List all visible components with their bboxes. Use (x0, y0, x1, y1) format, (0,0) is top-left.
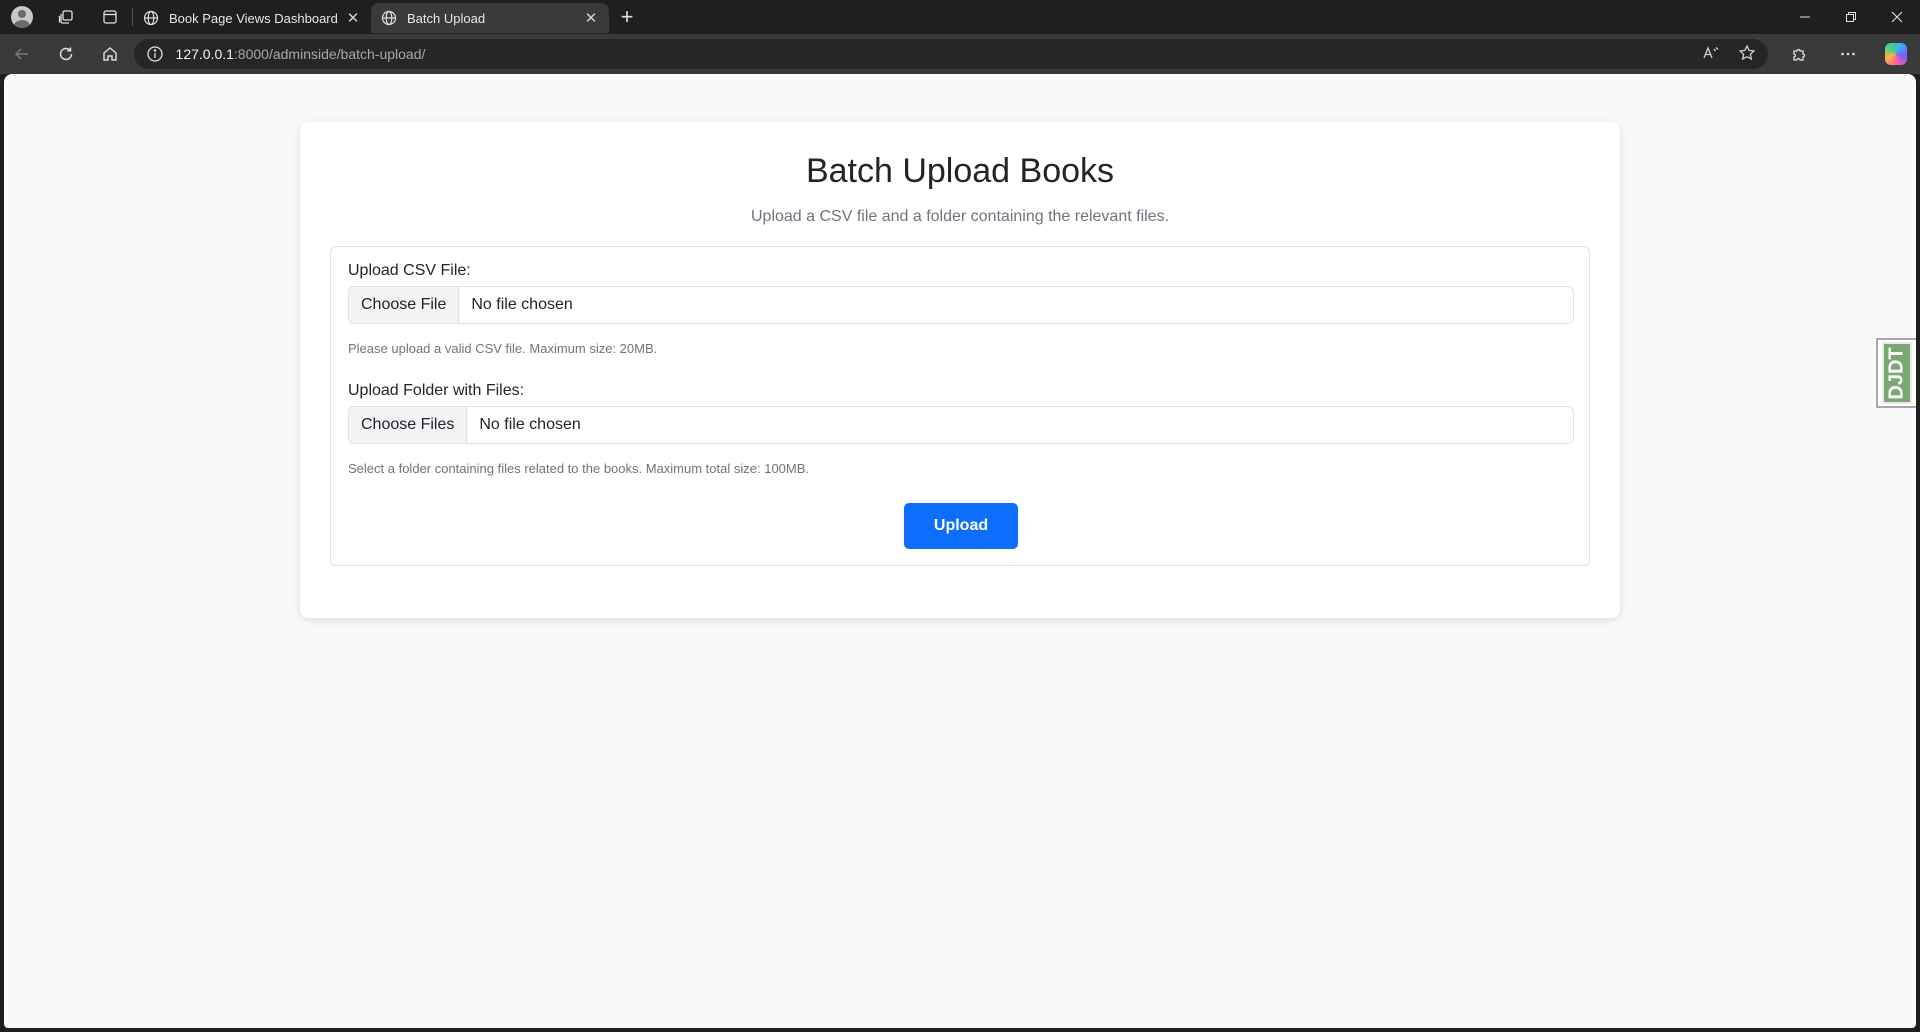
browser-tab-bar: Book Page Views Dashboard ✕ Batch Upload… (0, 0, 1920, 34)
django-debug-toolbar-handle[interactable]: DJDT (1876, 338, 1916, 408)
upload-form: Upload CSV File: Choose File No file cho… (330, 246, 1590, 566)
folder-help-text: Select a folder containing files related… (348, 461, 810, 476)
page-subtitle: Upload a CSV file and a folder containin… (750, 208, 1170, 225)
tab-book-page-views-dashboard[interactable]: Book Page Views Dashboard ✕ (133, 3, 371, 33)
close-icon[interactable]: ✕ (345, 9, 361, 27)
browser-toolbar: 127.0.0.1:8000/adminside/batch-upload/ (0, 34, 1920, 74)
csv-file-label: Upload CSV File: (348, 262, 471, 279)
tab-batch-upload[interactable]: Batch Upload ✕ (371, 3, 609, 33)
globe-icon (143, 10, 159, 26)
profile-avatar-icon[interactable] (0, 0, 44, 34)
page-viewport: Batch Upload Books Upload a CSV file and… (4, 74, 1916, 1028)
url-path: :8000/adminside/batch-upload/ (233, 46, 426, 62)
upload-button[interactable]: Upload (904, 503, 1018, 549)
batch-upload-card: Batch Upload Books Upload a CSV file and… (300, 122, 1620, 618)
workspaces-icon[interactable] (44, 0, 88, 34)
minimize-icon[interactable] (1782, 0, 1828, 34)
window-controls (1782, 0, 1920, 34)
address-bar[interactable]: 127.0.0.1:8000/adminside/batch-upload/ (133, 39, 1768, 69)
page-title: Batch Upload Books (805, 152, 1115, 190)
read-aloud-icon[interactable] (1702, 44, 1720, 65)
tab-title: Book Page Views Dashboard (169, 10, 338, 26)
folder-label: Upload Folder with Files: (348, 382, 525, 399)
choose-file-button[interactable]: Choose File (349, 287, 460, 323)
close-window-icon[interactable] (1874, 0, 1920, 34)
url-host: 127.0.0.1 (175, 46, 234, 62)
site-info-icon[interactable] (146, 45, 164, 63)
csv-help-text: Please upload a valid CSV file. Maximum … (348, 341, 658, 356)
tab-title: Batch Upload (407, 10, 486, 26)
folder-file-status: No file chosen (479, 416, 581, 433)
globe-icon (381, 10, 397, 26)
back-arrow-icon[interactable] (0, 34, 44, 74)
debug-toolbar-label: DJDT (1885, 346, 1908, 400)
choose-files-button[interactable]: Choose Files (349, 407, 468, 443)
close-icon[interactable]: ✕ (583, 9, 599, 27)
star-icon[interactable] (1738, 43, 1756, 65)
csv-file-input[interactable]: Choose File No file chosen (348, 286, 1574, 324)
restore-icon[interactable] (1828, 0, 1874, 34)
puzzle-icon[interactable] (1776, 34, 1824, 74)
csv-file-status: No file chosen (471, 296, 573, 313)
more-icon[interactable] (1824, 34, 1872, 74)
folder-file-input[interactable]: Choose Files No file chosen (348, 406, 1574, 444)
vertical-tabs-icon[interactable] (88, 0, 132, 34)
refresh-icon[interactable] (44, 34, 88, 74)
copilot-icon[interactable] (1872, 34, 1920, 74)
new-tab-button[interactable]: + (609, 2, 645, 32)
home-icon[interactable] (88, 34, 132, 74)
